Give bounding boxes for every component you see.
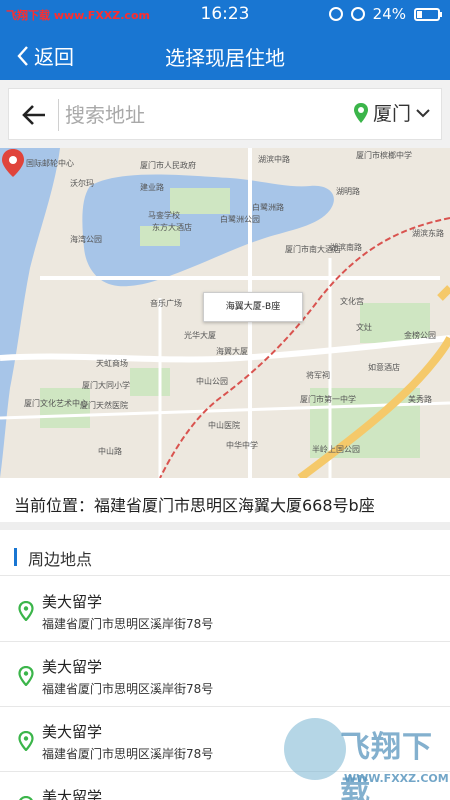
city-name: 厦门 xyxy=(372,103,411,125)
map-label: 东方大酒店 xyxy=(152,223,192,232)
watermark-logo-icon xyxy=(284,718,346,780)
map-label: 文灶 xyxy=(356,323,372,332)
map-label: 中华中学 xyxy=(226,441,258,450)
location-pin-icon xyxy=(19,796,33,800)
watermark-site-url: WWW.FXXZ.COM xyxy=(344,772,449,785)
battery-icon xyxy=(414,7,442,21)
battery-fill xyxy=(417,10,422,18)
map-label: 厦门大同小学 xyxy=(82,381,130,390)
nearby-section-title: 周边地点 xyxy=(28,550,93,569)
section-accent-bar xyxy=(14,548,17,566)
poi-name: 美大留学 xyxy=(42,723,103,741)
map-marker-icon[interactable] xyxy=(0,148,26,178)
map-label: 厦门市南大酒店 xyxy=(285,245,341,254)
map-label: 文化宫 xyxy=(340,297,364,306)
current-location: 当前位置：福建省厦门市思明区海翼大厦668号b座 xyxy=(0,478,450,530)
map-callout: 海翼大厦-B座 xyxy=(203,292,303,322)
map-label: 中山医院 xyxy=(208,421,240,430)
search-divider xyxy=(58,99,59,131)
status-bar: 飞翔下载 www.FXXZ.com 16:23 24% xyxy=(0,0,450,30)
map-label: 厦门市人民政府 xyxy=(140,161,196,170)
map-label: 音乐广场 xyxy=(150,299,182,308)
search-box: 厦门 xyxy=(8,88,442,140)
poi-address: 福建省厦门市思明区溪岸街78号 xyxy=(42,747,214,761)
map-label: 湖滨中路 xyxy=(258,155,290,164)
map-label: 天虹商场 xyxy=(96,359,128,368)
map-label: 厦门市第一中学 xyxy=(300,395,356,404)
map-label: 美秀路 xyxy=(408,395,432,404)
location-pin-icon xyxy=(18,601,34,621)
map-label: 马銮学校 xyxy=(148,211,180,220)
map-label: 海翼大厦 xyxy=(216,347,248,356)
poi-name: 美大留学 xyxy=(42,788,103,800)
watermark-logo: 飞翔下载 WWW.FXXZ.COM xyxy=(284,716,449,800)
search-bar: 厦门 xyxy=(0,80,450,148)
sync-icon xyxy=(328,7,343,21)
map-label: 将军祠 xyxy=(306,371,330,380)
location-pin-icon xyxy=(353,102,368,123)
poi-name: 美大留学 xyxy=(42,658,103,676)
current-location-text: 当前位置：福建省厦门市思明区海翼大厦668号b座 xyxy=(14,496,375,515)
battery-text: 24% xyxy=(372,5,406,23)
map-label: 如意酒店 xyxy=(368,363,400,372)
status-icons: 24% xyxy=(328,5,442,23)
arrow-left-icon[interactable] xyxy=(21,102,47,128)
map-label: 金榜公园 xyxy=(404,331,436,340)
chevron-left-icon xyxy=(17,45,28,66)
map-label: 厦门文化艺术中心 xyxy=(24,399,88,408)
city-select[interactable]: 厦门 xyxy=(353,99,431,126)
map-label: 建业路 xyxy=(140,183,164,192)
map-label: 白鹭洲公园 xyxy=(220,215,260,224)
map-label: 半岭上国公园 xyxy=(312,445,360,454)
search-input[interactable] xyxy=(65,97,325,133)
map-label: 厦门市槟榔中学 xyxy=(356,151,412,160)
map-label: 中山路 xyxy=(98,447,122,456)
nav-bar: 返回 选择现居住地 xyxy=(0,30,450,80)
chevron-down-icon xyxy=(416,108,430,117)
alarm-icon xyxy=(350,7,365,21)
map-label: 中山公园 xyxy=(196,377,228,386)
list-item[interactable]: 美大留学 福建省厦门市思明区溪岸街78号 xyxy=(0,577,450,642)
location-pin-icon xyxy=(18,666,34,686)
map-label: 国际邮轮中心 xyxy=(26,159,74,168)
map-label: 湖滨东路 xyxy=(412,229,444,238)
map-label: 白鹭洲路 xyxy=(252,203,284,212)
list-item[interactable]: 美大留学 福建省厦门市思明区溪岸街78号 xyxy=(0,642,450,707)
map-label: 海湾公园 xyxy=(70,235,102,244)
watermark-brand: 飞翔下载 xyxy=(340,730,433,800)
map-label: 湖明路 xyxy=(336,187,360,196)
poi-address: 福建省厦门市思明区溪岸街78号 xyxy=(42,682,214,696)
map-label: 厦门天然医院 xyxy=(80,401,128,410)
map-label: 光华大厦 xyxy=(184,331,216,340)
location-pin-icon xyxy=(18,731,34,751)
back-button[interactable]: 返回 xyxy=(16,41,74,70)
nearby-section-header: 周边地点 xyxy=(0,538,450,576)
poi-address: 福建省厦门市思明区溪岸街78号 xyxy=(42,617,214,631)
map-label: 沃尔玛 xyxy=(70,179,94,188)
map-view[interactable]: 国际邮轮中心 厦门市人民政府 湖滨中路 厦门市槟榔中学 沃尔玛 建业路 马銮学校… xyxy=(0,148,450,478)
back-label: 返回 xyxy=(34,45,74,69)
poi-name: 美大留学 xyxy=(42,593,103,611)
